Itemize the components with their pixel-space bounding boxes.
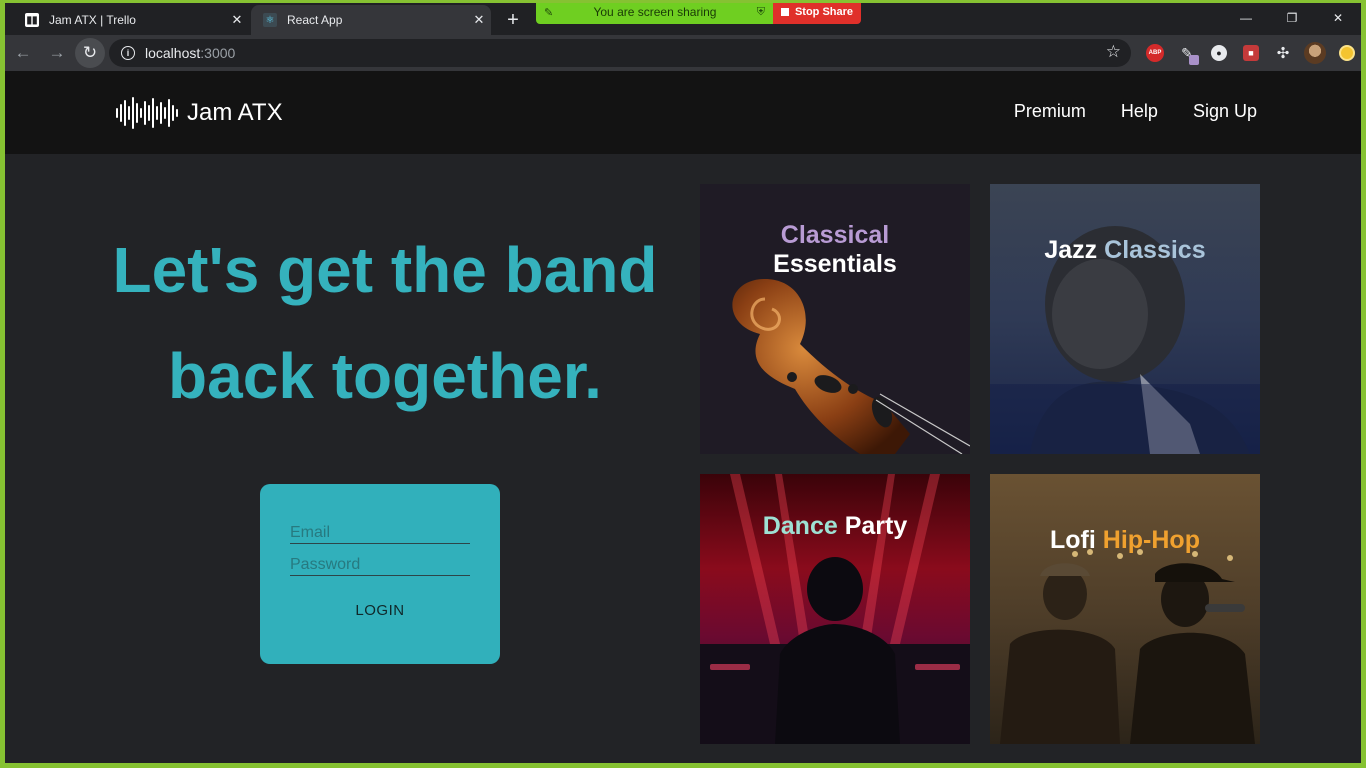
web-page: Jam ATX Premium Help Sign Up Let's get t… <box>5 71 1361 763</box>
back-button[interactable]: ← <box>7 37 39 69</box>
window-controls: — ❐ ✕ <box>1223 3 1361 33</box>
adblock-plus-icon[interactable]: ABP <box>1146 44 1164 62</box>
playlist-title-word: Party <box>844 512 908 540</box>
playlist-title-word: Lofi <box>1050 526 1096 554</box>
close-icon[interactable]: ✕ <box>467 12 491 28</box>
hero-headline: Let's get the band back together. <box>95 217 675 429</box>
minimize-button[interactable]: — <box>1223 3 1269 33</box>
screen-share-bar: ✎ You are screen sharing ⛨ Stop Share <box>536 3 861 24</box>
forward-button[interactable]: → <box>41 37 73 69</box>
circle-extension-icon[interactable]: ● <box>1211 45 1227 61</box>
brand-name: Jam ATX <box>187 99 283 126</box>
address-bar[interactable]: i localhost:3000 ☆ <box>109 39 1131 67</box>
headline-line: Let's get the band <box>112 234 658 306</box>
playlist-title-word: Classics <box>1104 236 1206 264</box>
restore-button[interactable]: ❐ <box>1269 3 1315 33</box>
playlist-card-dance-party[interactable]: Dance Party <box>700 474 970 744</box>
nav-link-sign-up[interactable]: Sign Up <box>1193 101 1257 122</box>
arrow-left-icon: ← <box>14 43 32 62</box>
playlist-title: Lofi Hip-Hop <box>990 526 1260 555</box>
nav-link-premium[interactable]: Premium <box>1014 101 1086 122</box>
url-host: localhost <box>145 45 201 61</box>
playlist-title: Dance Party <box>700 512 970 541</box>
tab-title: Jam ATX | Trello <box>49 13 136 27</box>
login-form: LOGIN <box>260 484 500 664</box>
pen-icon[interactable]: ✎ <box>1175 41 1199 65</box>
email-field[interactable] <box>290 516 470 544</box>
bookmark-star-icon[interactable]: ☆ <box>1106 42 1121 62</box>
extensions-area: ABP ✎ ● ■ ✣ <box>1143 41 1359 65</box>
playlist-title-line: Classical <box>780 221 890 249</box>
yellow-dot-icon[interactable] <box>1339 45 1355 61</box>
playlist-card-jazz-classics[interactable]: Jazz Classics <box>990 184 1260 454</box>
stop-icon <box>780 8 789 16</box>
hiphop-performers-image <box>1000 549 1255 744</box>
headline-line: back together. <box>168 340 602 412</box>
stop-share-label: Stop Share <box>794 6 854 18</box>
tab-trello[interactable]: ▮▮ Jam ATX | Trello ✕ <box>13 5 249 35</box>
browser-window: ▮▮ Jam ATX | Trello ✕ ⚛ React App ✕ + ✎ … <box>0 0 1366 768</box>
nav-link-help[interactable]: Help <box>1121 101 1158 122</box>
playlist-card-classical-essentials[interactable]: Classical Essentials <box>700 184 970 454</box>
stop-share-button[interactable]: Stop Share <box>773 3 861 24</box>
arrow-right-icon: → <box>48 43 66 62</box>
shield-icon: ⛨ <box>756 5 765 18</box>
leaf-icon: ✎ <box>544 6 554 19</box>
login-button[interactable]: LOGIN <box>330 596 430 624</box>
screen-share-message: ✎ You are screen sharing ⛨ <box>536 3 773 24</box>
password-field[interactable] <box>290 548 470 576</box>
soundwave-logo-icon <box>116 97 178 129</box>
playlist-title: Jazz Classics <box>990 236 1260 265</box>
playlist-title-word: Jazz <box>1044 236 1098 264</box>
url-port: :3000 <box>200 45 236 61</box>
playlist-title-word: Hip-Hop <box>1102 526 1200 554</box>
nav-links: Premium Help Sign Up <box>1014 101 1257 122</box>
reload-icon: ↻ <box>82 43 98 62</box>
profile-avatar[interactable] <box>1304 42 1326 64</box>
jazz-pianist-image <box>990 226 1260 454</box>
screen-share-text: You are screen sharing <box>593 5 717 19</box>
reload-button[interactable]: ↻ <box>75 38 105 68</box>
playlist-title: Classical Essentials <box>700 221 970 279</box>
close-window-button[interactable]: ✕ <box>1315 3 1361 33</box>
tab-title: React App <box>287 13 343 27</box>
playlist-title-word: Dance <box>762 512 838 540</box>
red-extension-icon[interactable]: ■ <box>1243 45 1259 61</box>
brand[interactable]: Jam ATX <box>115 97 283 129</box>
playlist-card-lofi-hip-hop[interactable]: Lofi Hip-Hop <box>990 474 1260 744</box>
trello-icon: ▮▮ <box>25 13 39 27</box>
puzzle-icon[interactable]: ✣ <box>1271 41 1295 65</box>
info-icon[interactable]: i <box>121 46 135 60</box>
browser-toolbar: ← → ↻ i localhost:3000 ☆ ABP ✎ ● ■ ✣ <box>5 35 1361 71</box>
close-icon[interactable]: ✕ <box>225 12 249 28</box>
playlist-title-line: Essentials <box>773 250 897 278</box>
tab-react-app[interactable]: ⚛ React App ✕ <box>251 5 491 35</box>
site-navbar: Jam ATX Premium Help Sign Up <box>5 71 1361 154</box>
new-tab-button[interactable]: + <box>499 6 527 34</box>
tab-strip: ▮▮ Jam ATX | Trello ✕ ⚛ React App ✕ + ✎ … <box>5 3 1361 35</box>
react-icon: ⚛ <box>263 13 277 27</box>
